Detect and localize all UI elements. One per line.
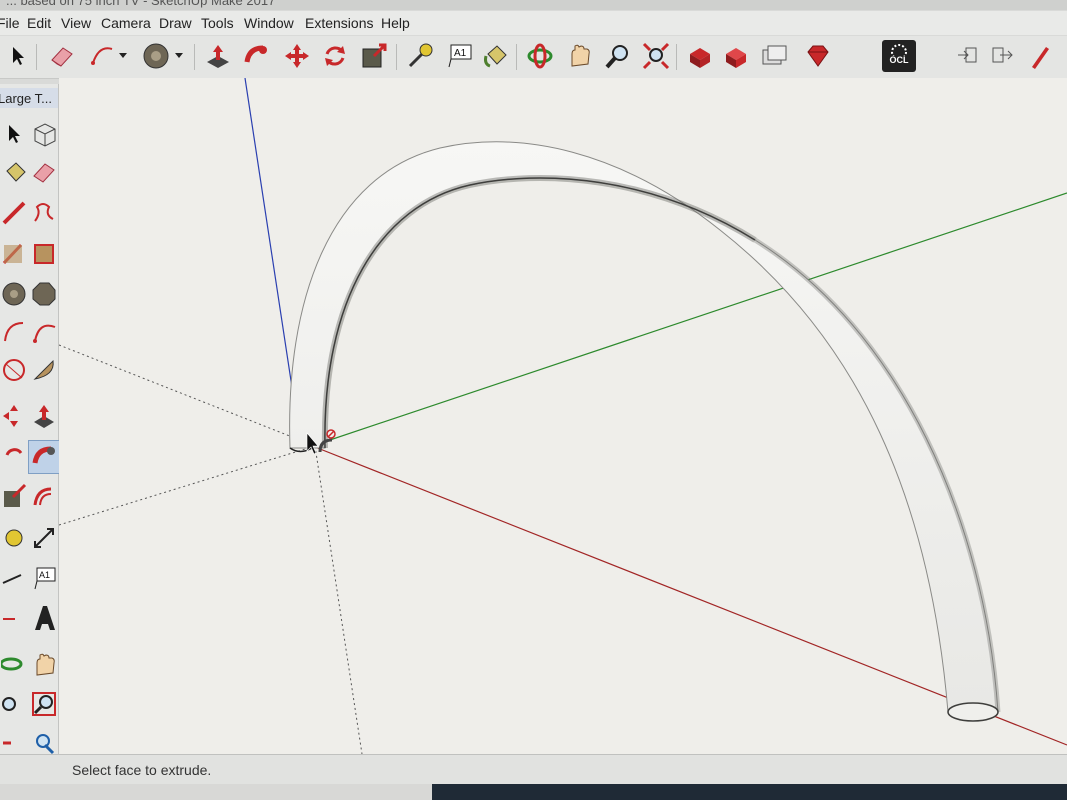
push-pull-icon[interactable] [30, 402, 58, 430]
make-component-icon[interactable] [30, 120, 58, 148]
zoom-icon[interactable] [0, 690, 28, 718]
hidden-blue-axis [314, 445, 363, 754]
orbit-icon[interactable] [526, 42, 554, 70]
offset-icon[interactable] [30, 482, 58, 510]
window-titlebar: ... based on 75 inch TV - SketchUp Make … [0, 0, 1067, 10]
follow-me-icon[interactable] [243, 42, 271, 70]
warehouse-icon[interactable] [686, 42, 714, 70]
move-icon[interactable] [283, 42, 311, 70]
tray-title: Large T... [0, 91, 52, 106]
text-tool[interactable]: A1 [30, 564, 58, 592]
rotate-icon[interactable] [0, 442, 28, 470]
menu-tools[interactable]: Tools [201, 15, 234, 31]
freehand-icon[interactable] [30, 198, 58, 226]
text-tool[interactable]: A1 [446, 42, 474, 70]
ocl-button[interactable]: OCL [882, 40, 916, 72]
menu-draw[interactable]: Draw [159, 15, 192, 31]
menu-file[interactable]: File [0, 15, 20, 31]
menu-bar: File Edit View Camera Draw Tools Window … [0, 11, 1067, 35]
circle-icon[interactable] [0, 280, 28, 308]
scale-icon[interactable] [360, 42, 388, 70]
os-taskbar [0, 784, 1067, 800]
rotated-rectangle-icon[interactable] [30, 240, 58, 268]
toolbar-separator [396, 44, 397, 70]
curved-tube[interactable] [289, 141, 1001, 722]
menu-camera[interactable]: Camera [101, 15, 151, 31]
pie-icon[interactable] [30, 356, 58, 384]
axes-icon[interactable] [0, 604, 28, 632]
hidden-green-axis [59, 344, 316, 447]
paint-bucket-icon[interactable] [482, 42, 510, 70]
tray-text-tool-label: A1 [39, 570, 50, 580]
menu-window[interactable]: Window [244, 15, 294, 31]
dropdown-icon[interactable] [116, 42, 130, 70]
zoom-icon[interactable] [604, 42, 632, 70]
extension-warehouse-icon[interactable] [722, 42, 750, 70]
export-icon[interactable] [988, 42, 1016, 70]
circle-icon[interactable] [142, 42, 170, 70]
ruby-icon[interactable] [804, 42, 832, 70]
eraser-icon[interactable] [30, 158, 58, 186]
select-icon[interactable] [4, 42, 32, 70]
pencil-icon[interactable] [1026, 42, 1054, 70]
pan-icon[interactable] [30, 650, 58, 678]
protractor-icon[interactable] [0, 564, 28, 592]
scale-icon[interactable] [0, 482, 28, 510]
arc-icon[interactable] [88, 42, 116, 70]
drawing-viewport[interactable] [59, 78, 1067, 754]
move-icon[interactable] [0, 402, 28, 430]
green-axis [314, 192, 1067, 446]
orbit-icon[interactable] [0, 650, 28, 678]
layout-icon[interactable] [760, 42, 788, 70]
paint-bucket-icon[interactable] [0, 158, 28, 186]
zoom-extents-icon[interactable] [642, 42, 670, 70]
polygon-icon[interactable] [30, 280, 58, 308]
hidden-red-axis [59, 445, 316, 526]
line-icon[interactable] [0, 198, 28, 226]
text-tool-label: A1 [454, 48, 467, 59]
follow-me-icon[interactable] [28, 440, 62, 474]
eraser-icon[interactable] [48, 42, 76, 70]
menu-extensions[interactable]: Extensions [305, 15, 373, 31]
two-point-arc-icon[interactable] [30, 318, 58, 346]
window-title: ... based on 75 inch TV - SketchUp Make … [6, 0, 276, 8]
taskbar-apps [432, 784, 1067, 800]
arc-icon[interactable] [0, 318, 28, 346]
status-bar: Select face to extrude. [0, 754, 1067, 785]
large-tool-set-panel: Large T... A1 [0, 84, 74, 764]
toolbar-separator [36, 44, 37, 70]
menu-edit[interactable]: Edit [27, 15, 51, 31]
toolbar-separator [194, 44, 195, 70]
3d-text-icon[interactable] [30, 604, 58, 632]
tape-measure-icon[interactable] [0, 524, 28, 552]
push-pull-icon[interactable] [204, 42, 232, 70]
menu-view[interactable]: View [61, 15, 91, 31]
toolbar-separator [516, 44, 517, 70]
main-toolbar: A1 OCL [0, 36, 1067, 79]
import-icon[interactable] [954, 42, 982, 70]
three-point-arc-icon[interactable] [0, 356, 28, 384]
pan-icon[interactable] [566, 42, 594, 70]
menu-help[interactable]: Help [381, 15, 410, 31]
rectangle-icon[interactable] [0, 240, 28, 268]
ocl-label: OCL [889, 55, 909, 65]
rotate-icon[interactable] [321, 42, 349, 70]
tape-measure-icon[interactable] [406, 42, 434, 70]
tray-header: Large T... [0, 88, 74, 108]
dropdown-icon[interactable] [172, 42, 186, 70]
toolbar-separator [676, 44, 677, 70]
dimension-icon[interactable] [30, 524, 58, 552]
zoom-window-icon[interactable] [30, 690, 58, 718]
select-icon[interactable] [0, 120, 28, 148]
status-text: Select face to extrude. [72, 762, 212, 778]
